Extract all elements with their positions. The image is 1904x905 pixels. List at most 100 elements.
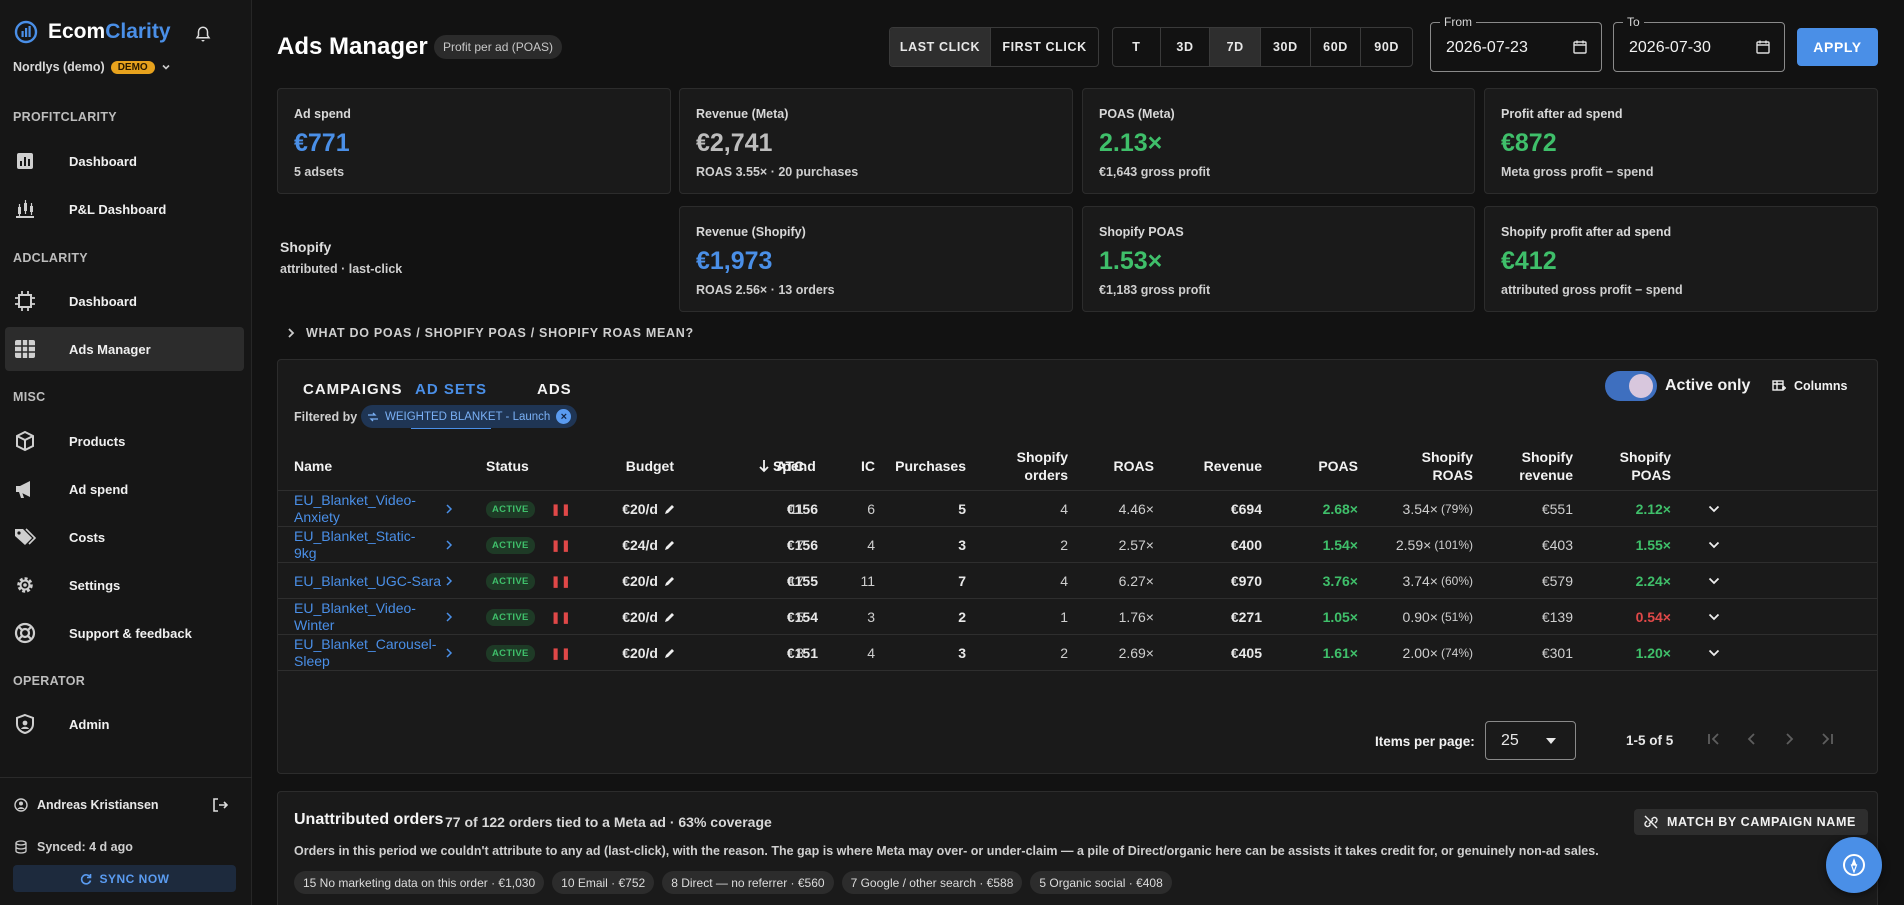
adset-name-cell[interactable]: EU_Blanket_Video- Anxiety — [294, 491, 444, 527]
row-chevron-right-icon[interactable] — [445, 635, 453, 671]
user-profile[interactable]: Andreas Kristiansen — [14, 798, 159, 812]
reason-pill[interactable]: 5 Organic social · €408 — [1030, 871, 1172, 894]
range-30d[interactable]: 30D — [1261, 28, 1311, 66]
budget-cell: €20/d — [622, 645, 658, 661]
range-t[interactable]: T — [1113, 28, 1161, 66]
adset-name-line-2: Winter — [294, 617, 335, 633]
pause-icon[interactable]: ❚❚ — [551, 563, 571, 599]
col-revenue[interactable]: Revenue — [1138, 457, 1262, 475]
remove-filter-icon[interactable]: × — [556, 409, 572, 424]
columns-button[interactable]: Columns — [1772, 379, 1847, 393]
shopify-poas-cell: 1.55× — [1635, 537, 1671, 553]
sidebar-item-costs[interactable]: Costs — [5, 515, 244, 559]
col-status[interactable]: Status — [486, 457, 529, 475]
sync-now-button[interactable]: SYNC NOW — [13, 865, 236, 892]
next-page-icon[interactable] — [1778, 728, 1800, 750]
table-row[interactable]: EU_Blanket_Video- Anxiety ACTIVE ❚❚ €20/d €15… — [278, 490, 1877, 526]
col-name[interactable]: Name — [294, 457, 332, 475]
pause-icon[interactable]: ❚❚ — [551, 491, 571, 527]
section-adclarity: ADCLARITY — [13, 251, 88, 265]
expand-row-chevron-icon[interactable] — [1708, 527, 1720, 563]
row-chevron-right-icon[interactable] — [445, 527, 453, 563]
sidebar-item-ac-dashboard[interactable]: Dashboard — [5, 279, 244, 323]
sidebar-item-support[interactable]: Support & feedback — [5, 611, 244, 655]
filter-chip[interactable]: WEIGHTED BLANKET - Launch × — [361, 405, 578, 428]
row-chevron-right-icon[interactable] — [445, 563, 453, 599]
sidebar-item-admin[interactable]: Admin — [5, 702, 244, 746]
reason-pill[interactable]: 8 Direct — no referrer · €560 — [662, 871, 834, 894]
from-date-field[interactable]: From 2026-07-23 — [1430, 15, 1602, 72]
range-60d[interactable]: 60D — [1311, 28, 1362, 66]
table-row[interactable]: EU_Blanket_Static- 9kg ACTIVE ❚❚ €24/d €156 7 4… — [278, 526, 1877, 562]
col-budget[interactable]: Budget — [578, 457, 674, 475]
items-per-page-select[interactable]: 25 — [1485, 721, 1576, 760]
edit-budget-icon[interactable] — [664, 527, 676, 563]
chevron-right-icon — [288, 328, 295, 338]
bell-icon[interactable] — [194, 25, 212, 43]
adset-name-link[interactable]: EU_Blanket_Video- Winter — [294, 600, 416, 634]
compass-fab-button[interactable] — [1826, 837, 1882, 893]
table-row[interactable]: EU_Blanket_UGC-Sara ACTIVE ❚❚ €20/d €155 17 11… — [278, 562, 1877, 598]
card-value: €1,973 — [696, 247, 773, 275]
range-90d[interactable]: 90D — [1361, 28, 1412, 66]
edit-budget-icon[interactable] — [664, 599, 676, 635]
apply-button[interactable]: APPLY — [1797, 28, 1878, 66]
calendar-icon[interactable] — [1573, 40, 1587, 54]
adset-name-cell[interactable]: EU_Blanket_Static- 9kg — [294, 527, 444, 563]
sidebar-item-settings[interactable]: Settings — [5, 563, 244, 607]
pause-icon[interactable]: ❚❚ — [551, 635, 571, 671]
pause-icon[interactable]: ❚❚ — [551, 527, 571, 563]
brand-logo[interactable]: EcomClarity — [14, 20, 171, 44]
col-shopify-roas[interactable]: Shopify ROAS — [1358, 448, 1473, 484]
prev-page-icon[interactable] — [1741, 728, 1763, 750]
edit-budget-icon[interactable] — [664, 563, 676, 599]
reason-pill[interactable]: 15 No marketing data on this order · €1,… — [294, 871, 545, 894]
attribution-first-click[interactable]: FIRST CLICK — [991, 28, 1098, 66]
attribution-last-click[interactable]: LAST CLICK — [890, 28, 992, 66]
adset-name-cell[interactable]: EU_Blanket_UGC-Sara — [294, 563, 444, 599]
sidebar-item-ad-spend[interactable]: Ad spend — [5, 467, 244, 511]
expand-row-chevron-icon[interactable] — [1708, 563, 1720, 599]
active-only-switch[interactable] — [1605, 371, 1657, 401]
adset-name-link[interactable]: EU_Blanket_UGC-Sara — [294, 573, 441, 590]
expand-row-chevron-icon[interactable] — [1708, 599, 1720, 635]
col-purchases[interactable]: Purchases — [848, 457, 966, 475]
reason-pill[interactable]: 10 Email · €752 — [552, 871, 655, 894]
row-chevron-right-icon[interactable] — [445, 599, 453, 635]
row-chevron-right-icon[interactable] — [445, 491, 453, 527]
col-shopify-poas[interactable]: Shopify POAS — [1578, 448, 1671, 484]
expand-row-chevron-icon[interactable] — [1708, 635, 1720, 671]
edit-budget-icon[interactable] — [664, 491, 676, 527]
adset-name-link[interactable]: EU_Blanket_Video- Anxiety — [294, 492, 416, 526]
adset-name-link[interactable]: EU_Blanket_Carousel- Sleep — [294, 636, 436, 670]
adset-name-link[interactable]: EU_Blanket_Static- 9kg — [294, 528, 415, 562]
expand-row-chevron-icon[interactable] — [1708, 491, 1720, 527]
logout-icon[interactable] — [212, 797, 228, 813]
col-line-1: Shopify — [1521, 449, 1573, 465]
table-row[interactable]: EU_Blanket_Carousel- Sleep ACTIVE ❚❚ €20/d €1… — [278, 634, 1877, 670]
edit-budget-icon[interactable] — [664, 635, 676, 671]
match-by-campaign-button[interactable]: MATCH BY CAMPAIGN NAME — [1634, 809, 1868, 835]
pause-icon[interactable]: ❚❚ — [551, 599, 571, 635]
last-page-icon[interactable] — [1816, 728, 1838, 750]
range-7d[interactable]: 7D — [1210, 28, 1262, 66]
org-switcher[interactable]: Nordlys (demo) DEMO — [13, 60, 171, 74]
range-3d[interactable]: 3D — [1161, 28, 1211, 66]
metrics-explainer-toggle[interactable]: WHAT DO POAS / SHOPIFY POAS / SHOPIFY RO… — [287, 326, 694, 340]
sidebar-item-products[interactable]: Products — [5, 419, 244, 463]
sidebar-item-pc-dashboard[interactable]: Dashboard — [5, 139, 244, 183]
col-shopify-orders[interactable]: Shopify orders — [978, 448, 1068, 484]
table-row[interactable]: EU_Blanket_Video- Winter ACTIVE ❚❚ €20/d €154… — [278, 598, 1877, 634]
status-cell: ACTIVE — [486, 491, 535, 527]
col-shopify-revenue[interactable]: Shopify revenue — [1478, 448, 1573, 484]
adset-name-line-1: EU_Blanket_Video- — [294, 492, 416, 508]
to-date-field[interactable]: To 2026-07-30 — [1613, 15, 1785, 72]
sidebar-item-pl-dashboard[interactable]: P&L Dashboard — [5, 187, 244, 231]
sidebar-item-ads-manager[interactable]: Ads Manager — [5, 327, 244, 371]
calendar-icon[interactable] — [1756, 40, 1770, 54]
col-poas[interactable]: POAS — [1258, 457, 1358, 475]
first-page-icon[interactable] — [1703, 728, 1725, 750]
adset-name-cell[interactable]: EU_Blanket_Video- Winter — [294, 599, 444, 635]
adset-name-cell[interactable]: EU_Blanket_Carousel- Sleep — [294, 635, 444, 671]
reason-pill[interactable]: 7 Google / other search · €588 — [841, 871, 1023, 894]
